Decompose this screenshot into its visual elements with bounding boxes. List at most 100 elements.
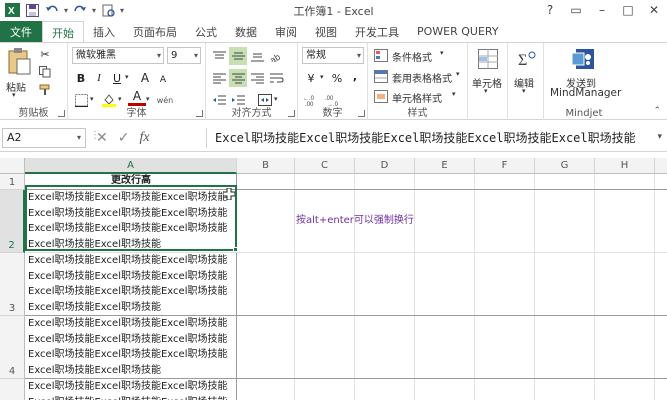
editing-icon[interactable]: Σ <box>516 49 536 72</box>
grow-font-button[interactable]: A <box>136 69 154 87</box>
column-header-c[interactable]: C <box>295 158 355 174</box>
minimize-button[interactable]: – <box>589 0 615 20</box>
column-header-d[interactable]: D <box>355 158 415 174</box>
select-all-corner[interactable] <box>0 158 25 174</box>
name-box[interactable]: A2 ▾ <box>2 128 86 148</box>
formula-icons: ✕ ✓ fx <box>96 128 150 148</box>
editing-dropdown-icon[interactable]: ▾ <box>522 87 526 95</box>
mindmanager-icon[interactable] <box>571 47 596 74</box>
tab-insert[interactable]: 插入 <box>84 21 124 42</box>
align-left-icon[interactable] <box>210 69 228 87</box>
conditional-formatting-dropdown-icon[interactable]: ▾ <box>440 49 444 57</box>
orientation-icon[interactable]: ab <box>268 47 286 65</box>
align-top-icon[interactable] <box>210 47 228 65</box>
font-launcher-icon[interactable] <box>196 110 203 117</box>
cut-icon[interactable]: ✂ <box>36 45 54 63</box>
conditional-formatting-button[interactable]: 条件格式 <box>392 49 432 64</box>
percent-button[interactable]: % <box>328 69 346 87</box>
ribbon-display-button[interactable]: ▭ <box>563 0 589 20</box>
row-header-2[interactable]: 2 <box>0 190 25 253</box>
paste-button[interactable]: 粘贴 <box>6 79 26 94</box>
tab-home[interactable]: 开始 <box>42 21 84 43</box>
underline-dropdown-icon[interactable]: ▾ <box>125 73 129 81</box>
tab-page-layout[interactable]: 页面布局 <box>124 21 186 42</box>
tab-developer[interactable]: 开发工具 <box>346 21 408 42</box>
tab-review[interactable]: 审阅 <box>266 21 306 42</box>
column-header-f[interactable]: F <box>475 158 535 174</box>
cell-styles-button[interactable]: 单元格样式 <box>392 90 442 105</box>
align-center-icon[interactable] <box>229 69 247 87</box>
align-right-icon[interactable] <box>248 69 266 87</box>
shrink-font-button[interactable]: A <box>154 71 172 89</box>
row-header-5[interactable] <box>0 379 25 400</box>
align-middle-icon[interactable] <box>229 47 247 65</box>
fill-color-dropdown-icon[interactable]: ▾ <box>118 95 122 103</box>
alignment-launcher-icon[interactable] <box>288 110 295 117</box>
cell-a4[interactable]: Excel职场技能Excel职场技能Excel职场技能 Excel职场技能Exc… <box>26 315 236 378</box>
column-header-g[interactable]: G <box>535 158 595 174</box>
format-as-table-dropdown-icon[interactable]: ▾ <box>456 70 460 78</box>
paste-icon[interactable] <box>6 47 32 77</box>
mindjet-group-label: Mindjet <box>565 108 603 119</box>
window-controls: ? ▭ – □ ✕ <box>537 0 667 20</box>
column-header-a[interactable]: A <box>25 158 237 174</box>
column-header-e[interactable]: E <box>415 158 475 174</box>
tab-power-query[interactable]: POWER QUERY <box>408 21 508 42</box>
cells-icon[interactable] <box>478 49 498 72</box>
font-name-select[interactable]: 微软雅黑 ▾ <box>72 47 164 64</box>
align-bottom-icon[interactable] <box>248 47 266 65</box>
wrap-text-icon[interactable] <box>268 69 286 87</box>
formula-bar: A2 ▾ ⋮ ✕ ✓ fx Excel职场技能Excel职场技能Excel职场技能… <box>0 124 667 152</box>
currency-dropdown-icon[interactable]: ▾ <box>320 73 324 81</box>
row-header-4[interactable]: 4 <box>0 316 25 379</box>
row-header-3[interactable]: 3 <box>0 253 25 316</box>
column-header-b[interactable]: B <box>237 158 295 174</box>
close-button[interactable]: ✕ <box>641 0 667 20</box>
currency-button[interactable]: ¥ <box>302 69 320 87</box>
paste-dropdown-icon[interactable]: ▾ <box>12 91 16 99</box>
format-painter-icon[interactable] <box>36 81 54 99</box>
conditional-formatting-icon[interactable] <box>372 46 390 64</box>
mindmanager-label[interactable]: MindManager <box>550 87 621 99</box>
ribbon-tabs: 文件 开始 插入 页面布局 公式 数据 审阅 视图 开发工具 POWER QUE… <box>0 21 667 43</box>
cells-dropdown-icon[interactable]: ▾ <box>484 87 488 95</box>
format-as-table-icon[interactable] <box>372 67 390 85</box>
enter-icon[interactable]: ✓ <box>118 130 130 146</box>
expand-formula-bar-icon[interactable]: ▾ <box>657 132 662 142</box>
cell-c2-note[interactable]: 按alt+enter可以强制换行 <box>296 211 414 226</box>
bold-button[interactable]: B <box>72 69 90 87</box>
cell-styles-icon[interactable] <box>372 87 390 105</box>
collapse-ribbon-icon[interactable]: ⌃ <box>653 106 661 116</box>
underline-button[interactable]: U <box>108 69 126 87</box>
cell-a5[interactable]: Excel职场技能Excel职场技能Excel职场技能 Excel职场技能Exc… <box>26 378 236 400</box>
tab-formulas[interactable]: 公式 <box>186 21 226 42</box>
copy-icon[interactable] <box>36 63 54 81</box>
cell-a3[interactable]: Excel职场技能Excel职场技能Excel职场技能 Excel职场技能Exc… <box>26 252 236 315</box>
number-launcher-icon[interactable] <box>358 110 365 117</box>
column-header-h[interactable]: H <box>595 158 655 174</box>
column-header-i[interactable] <box>655 158 667 174</box>
format-as-table-button[interactable]: 套用表格格式 <box>392 70 452 85</box>
cancel-icon[interactable]: ✕ <box>96 130 108 146</box>
comma-button[interactable]: , <box>346 67 364 85</box>
cell-styles-dropdown-icon[interactable]: ▾ <box>452 90 456 98</box>
borders-dropdown-icon[interactable]: ▾ <box>90 95 94 103</box>
insert-function-icon[interactable]: fx <box>139 130 149 146</box>
tab-data[interactable]: 数据 <box>226 21 266 42</box>
help-button[interactable]: ? <box>537 0 563 20</box>
fill-handle[interactable] <box>233 247 238 252</box>
number-format-select[interactable]: 常规 ▾ <box>302 47 364 64</box>
font-size-dropdown-icon: ▾ <box>193 51 198 60</box>
font-size-select[interactable]: 9 ▾ <box>167 47 201 64</box>
maximize-button[interactable]: □ <box>615 0 641 20</box>
name-box-dropdown-icon: ▾ <box>76 133 81 142</box>
tab-view[interactable]: 视图 <box>306 21 346 42</box>
tab-file[interactable]: 文件 <box>0 21 42 42</box>
row-header-1[interactable]: 1 <box>0 174 25 190</box>
italic-button[interactable]: I <box>90 69 108 87</box>
merge-dropdown-icon[interactable]: ▾ <box>274 95 278 103</box>
font-color-dropdown-icon[interactable]: ▾ <box>146 95 150 103</box>
clipboard-launcher-icon[interactable] <box>58 110 65 117</box>
formula-input[interactable]: Excel职场技能Excel职场技能Excel职场技能Excel职场技能Exce… <box>206 128 647 148</box>
styles-group-label: 样式 <box>407 108 428 119</box>
